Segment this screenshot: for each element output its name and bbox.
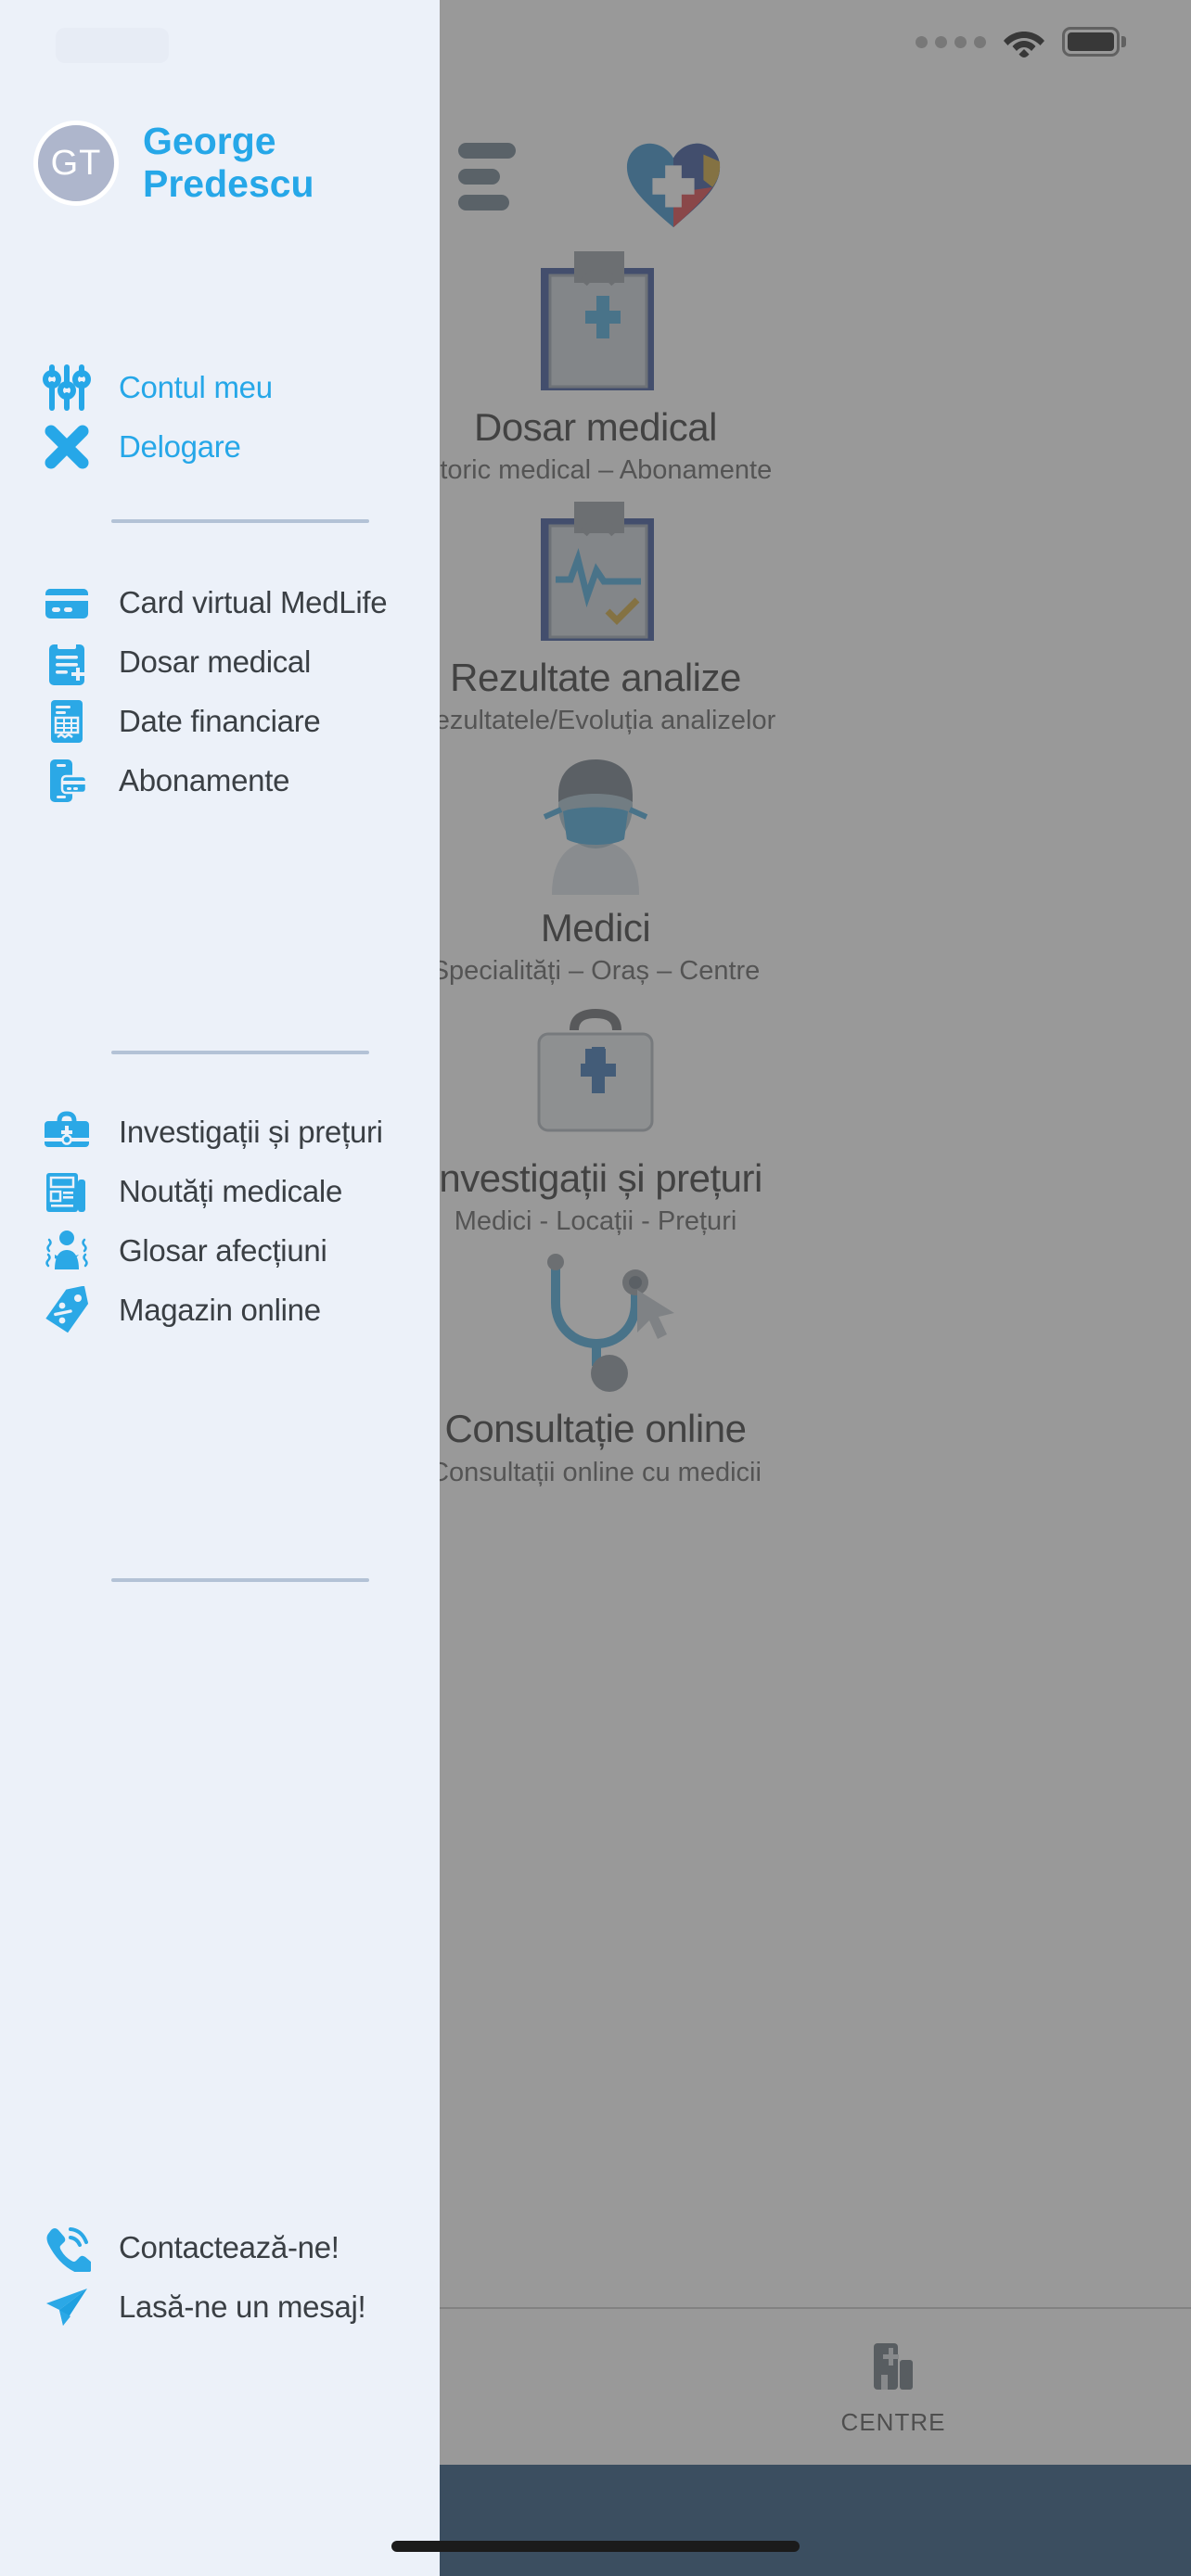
profile-name: George Predescu (143, 120, 314, 205)
drawer-item-label: Magazin online (119, 1293, 321, 1327)
drawer-item-label: Card virtual MedLife (119, 585, 388, 619)
drawer-divider-3 (111, 1578, 369, 1582)
clipboard-plus-icon (41, 636, 93, 688)
navigation-drawer: GT George Predescu Contul meu Delogare C… (0, 0, 440, 2576)
drawer-item-contacteaza-ne[interactable]: Contactează-ne! (0, 2218, 440, 2277)
drawer-item-label: Dosar medical (119, 644, 312, 679)
phone-card-icon (41, 755, 93, 807)
tab-label: CENTRE (840, 2407, 946, 2436)
home-indicator (391, 2541, 800, 2552)
drawer-divider-2 (111, 1051, 369, 1054)
drawer-notch-placeholder (56, 28, 169, 63)
drawer-item-abonamente[interactable]: Abonamente (0, 751, 440, 810)
medical-briefcase-icon (41, 1106, 93, 1158)
drawer-item-lasa-ne-un-mesaj[interactable]: Lasă-ne un mesaj! (0, 2277, 440, 2337)
paper-plane-icon (41, 2281, 93, 2333)
invoice-table-icon (41, 695, 93, 747)
drawer-item-glosar[interactable]: Glosar afecțiuni (0, 1221, 440, 1281)
drawer-item-card-virtual[interactable]: Card virtual MedLife (0, 573, 440, 632)
signal-dots-icon (916, 35, 986, 48)
drawer-contact-group: Contactează-ne! Lasă-ne un mesaj! (0, 2218, 440, 2337)
sliders-settings-icon (41, 362, 93, 414)
hamburger-menu-icon[interactable] (458, 143, 516, 221)
battery-full-icon (1062, 27, 1126, 57)
price-tag-icon (41, 1284, 93, 1336)
drawer-account-group: Contul meu Delogare (0, 358, 440, 477)
phone-ring-icon (41, 2222, 93, 2274)
drawer-item-label: Delogare (119, 429, 241, 464)
tab-centre[interactable]: CENTRE (596, 2309, 1191, 2465)
drawer-item-investigatii[interactable]: Investigații și prețuri (0, 1103, 440, 1162)
credit-card-icon (41, 577, 93, 629)
drawer-item-contul-meu[interactable]: Contul meu (0, 358, 440, 417)
drawer-item-date-financiare[interactable]: Date financiare (0, 692, 440, 751)
drawer-divider-1 (111, 519, 369, 523)
drawer-item-label: Lasă-ne un mesaj! (119, 2289, 366, 2324)
wifi-icon (1004, 32, 1044, 57)
drawer-services-group: Card virtual MedLife Dosar medical Date … (0, 573, 440, 810)
drawer-item-label: Glosar afecțiuni (119, 1233, 327, 1268)
newspaper-icon (41, 1166, 93, 1218)
avatar-initials: GT (50, 143, 102, 183)
drawer-item-label: Noutăți medicale (119, 1174, 342, 1208)
drawer-item-magazin[interactable]: Magazin online (0, 1281, 440, 1340)
drawer-item-delogare[interactable]: Delogare (0, 417, 440, 477)
drawer-item-label: Abonamente (119, 763, 290, 797)
drawer-item-label: Investigații și prețuri (119, 1115, 383, 1149)
drawer-profile-header[interactable]: GT George Predescu (0, 120, 440, 206)
drawer-item-label: Contactează-ne! (119, 2230, 339, 2264)
app-screen: Dosar medical Istoric medical – Abonamen… (0, 0, 1191, 2576)
drawer-item-noutati[interactable]: Noutăți medicale (0, 1162, 440, 1221)
hospital-icon (874, 2342, 913, 2390)
drawer-item-label: Contul meu (119, 370, 273, 404)
drawer-explore-group: Investigații și prețuri Noutăți medicale… (0, 1103, 440, 1340)
close-x-icon (41, 421, 93, 473)
avatar: GT (33, 121, 119, 206)
drawer-item-label: Date financiare (119, 704, 321, 738)
person-shivering-icon (41, 1225, 93, 1277)
medlife-heart-cross-logo (626, 143, 721, 228)
drawer-item-dosar-medical[interactable]: Dosar medical (0, 632, 440, 692)
